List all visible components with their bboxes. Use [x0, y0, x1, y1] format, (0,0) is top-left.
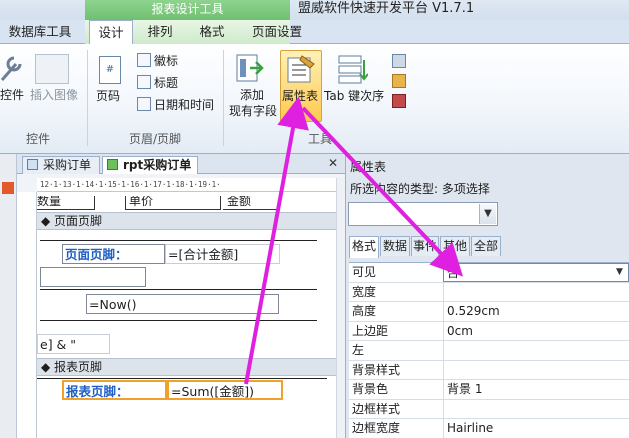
page-number-button[interactable]: 页码 [96, 88, 120, 104]
horizontal-ruler: 12·1·13·1·14·1·15·1·16·1·17·1·18·1·19·1· [37, 178, 336, 192]
prop-row-back-style[interactable]: 背景样式 [349, 360, 629, 380]
page-footer-band[interactable]: ◆ 页面页脚 [37, 212, 336, 230]
tab-order-button[interactable]: Tab 键次序 [324, 88, 384, 104]
nav-tool-icon [2, 182, 14, 194]
context-tab-group-header: 报表设计工具 [85, 0, 290, 20]
prop-row-left[interactable]: 左 [349, 341, 629, 361]
insert-image-button[interactable]: 插入图像 [30, 87, 78, 103]
convert-macro-icon[interactable] [392, 74, 406, 88]
report-footer-label[interactable]: 报表页脚： [62, 380, 167, 400]
group-separator [87, 50, 88, 146]
prop-row-visible[interactable]: 可见否 ▼ [349, 263, 629, 283]
property-grid: 可见否 ▼ 宽度 高度 0.529cm 上边距 0cm 左 背景样式 背景色 背景 1 … [349, 262, 629, 438]
page-number-icon: # [99, 56, 121, 84]
prop-tab-all[interactable]: 全部 [471, 236, 501, 256]
group-separator [223, 50, 224, 146]
prop-row-top[interactable]: 上边距 0cm [349, 321, 629, 341]
logo-icon [137, 53, 151, 67]
selection-type-label: 所选内容的类型: 多项选择 [350, 182, 490, 196]
prop-tab-format[interactable]: 格式 [349, 236, 379, 258]
doc-tab-purchase-order[interactable]: 采购订单 [22, 156, 100, 174]
report-icon [107, 159, 118, 170]
selection-combo[interactable]: ▼ [348, 202, 498, 226]
doc-tab-rpt-purchase-order[interactable]: rpt采购订单 [102, 156, 198, 174]
prop-tab-event[interactable]: 事件 [411, 236, 439, 256]
controls-group-label: 控件 [25, 132, 50, 146]
navigation-strip[interactable] [0, 154, 17, 438]
vertical-ruler [17, 192, 37, 438]
design-scrollbar[interactable] [336, 178, 345, 438]
code-icon[interactable] [392, 94, 406, 108]
now-expression-field[interactable]: =Now() [86, 294, 279, 314]
property-icon-small[interactable] [392, 54, 406, 68]
header-footer-group-label: 页眉/页脚 [128, 132, 182, 146]
form-icon [27, 159, 38, 170]
unit-price-header-label[interactable]: 单价 [125, 196, 221, 210]
calendar-icon [137, 97, 151, 111]
add-existing-fields-icon [236, 54, 264, 87]
tab-arrange[interactable]: 排列 [138, 20, 182, 44]
chevron-down-icon[interactable]: ▼ [479, 204, 496, 224]
partial-expression-field[interactable]: e] & " [37, 334, 110, 354]
qty-header-label[interactable]: 数量 [37, 196, 95, 210]
app-title: 盟威软件快速开发平台 V1.7.1 [298, 1, 475, 16]
band-expand-icon: ◆ [41, 214, 55, 228]
page-footer-total-field[interactable]: =[合计金额] [165, 244, 280, 264]
divider-line [40, 320, 317, 321]
divider-line [40, 289, 317, 290]
prop-row-border-style[interactable]: 边框样式 [349, 399, 629, 419]
property-sheet-label[interactable]: 属性表 [282, 88, 318, 104]
prop-row-width[interactable]: 宽度 [349, 282, 629, 302]
title-button[interactable]: 标题 [137, 74, 178, 92]
report-footer-band[interactable]: ◆ 报表页脚 [37, 358, 336, 376]
tab-order-icon [338, 54, 369, 87]
chevron-down-icon[interactable]: ▼ [612, 264, 627, 280]
wrench-icon [0, 56, 22, 81]
prop-row-height[interactable]: 高度 0.529cm [349, 302, 629, 322]
controls-gallery[interactable] [0, 54, 22, 87]
sum-amount-field[interactable]: =Sum([金额]) [167, 380, 283, 400]
add-existing-fields-line1[interactable]: 添加 [240, 87, 264, 103]
divider-line [37, 378, 327, 379]
report-design-surface[interactable]: 数量 单价 金额 ◆ 页面页脚 页面页脚： =[合计金额] =Now() e] … [37, 192, 336, 438]
prop-tab-other[interactable]: 其他 [440, 236, 470, 256]
prop-tab-data[interactable]: 数据 [380, 236, 410, 256]
tools-group-label: 工具 [307, 132, 332, 146]
blank-textbox[interactable] [40, 267, 146, 287]
band-expand-icon: ◆ [41, 360, 55, 374]
tab-database-tools[interactable]: 数据库工具 [0, 20, 80, 44]
divider-line [40, 240, 317, 241]
tab-format[interactable]: 格式 [190, 20, 234, 44]
property-sheet-title: 属性表 [350, 160, 387, 174]
insert-image-icon [35, 54, 69, 84]
close-document-icon[interactable]: ✕ [328, 156, 338, 170]
prop-row-border-width[interactable]: 边框宽度 Hairline [349, 419, 629, 438]
page-footer-label[interactable]: 页面页脚： [62, 244, 165, 264]
property-sheet-icon [286, 54, 316, 87]
date-time-button[interactable]: 日期和时间 [137, 96, 214, 114]
add-existing-fields-line2[interactable]: 现有字段 [229, 103, 277, 119]
tab-design[interactable]: 设计 [89, 20, 133, 46]
controls-button-label[interactable]: 控件 [0, 87, 24, 103]
logo-button[interactable]: 徽标 [137, 52, 178, 70]
amount-header-label[interactable]: 金额 [223, 196, 277, 210]
title-icon [137, 75, 151, 89]
tab-page-setup[interactable]: 页面设置 [243, 20, 311, 44]
prop-row-back-color[interactable]: 背景色 背景 1 [349, 380, 629, 400]
